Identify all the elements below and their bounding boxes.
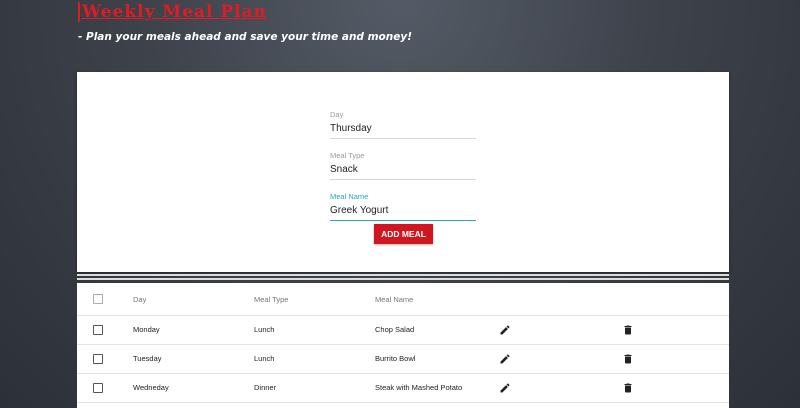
cell-day: Wedneday [133, 383, 169, 392]
row-checkbox[interactable] [93, 354, 103, 364]
cell-meal-type: Lunch [254, 325, 275, 334]
table-row: Tuesday Lunch Burrito Bowl [77, 345, 729, 374]
trash-icon[interactable] [622, 353, 634, 365]
meal-form-card: Day Thursday Meal Type Snack Meal Name G… [77, 72, 729, 272]
cell-meal-name: Steak with Mashed Potato [375, 383, 463, 392]
column-header-day: Day [133, 295, 147, 304]
meal-name-input[interactable]: Greek Yogurt [330, 202, 476, 221]
select-all-checkbox[interactable] [93, 294, 103, 304]
cell-day: Monday [133, 325, 160, 334]
cell-meal-type: Dinner [254, 383, 277, 392]
page-subtitle: - Plan your meals ahead and save your ti… [78, 31, 412, 43]
meal-type-field-label: Meal Type [330, 151, 365, 160]
page-title: Weekly Meal Plan [78, 2, 267, 22]
day-input[interactable]: Thursday [330, 120, 476, 139]
cell-meal-name: Chop Salad [375, 325, 415, 334]
meal-name-field-label: Meal Name [330, 192, 369, 201]
row-checkbox[interactable] [93, 383, 103, 393]
pencil-icon[interactable] [499, 382, 511, 394]
add-meal-button[interactable]: ADD MEAL [374, 224, 433, 244]
table-row: Monday Lunch Chop Salad [77, 316, 729, 345]
divider [77, 278, 729, 280]
meal-type-field[interactable]: Meal Type Snack [330, 151, 476, 180]
trash-icon[interactable] [622, 324, 634, 336]
meal-table: Day Meal Type Meal Name Monday Lunch Cho… [77, 283, 729, 408]
divider [77, 274, 729, 276]
trash-icon[interactable] [622, 382, 634, 394]
day-field[interactable]: Day Thursday [330, 110, 476, 139]
table-header: Day Meal Type Meal Name [77, 283, 729, 316]
table-row: Wedneday Dinner Steak with Mashed Potato [77, 374, 729, 403]
cell-day: Tuesday [133, 354, 162, 363]
column-header-meal-type: Meal Type [254, 295, 289, 304]
column-header-meal-name: Meal Name [375, 295, 414, 304]
cell-meal-type: Lunch [254, 354, 275, 363]
pencil-icon[interactable] [499, 324, 511, 336]
cell-meal-name: Burrito Bowl [375, 354, 416, 363]
day-field-label: Day [330, 110, 344, 119]
meal-name-field[interactable]: Meal Name Greek Yogurt [330, 192, 476, 221]
pencil-icon[interactable] [499, 353, 511, 365]
row-checkbox[interactable] [93, 325, 103, 335]
meal-type-input[interactable]: Snack [330, 161, 476, 180]
